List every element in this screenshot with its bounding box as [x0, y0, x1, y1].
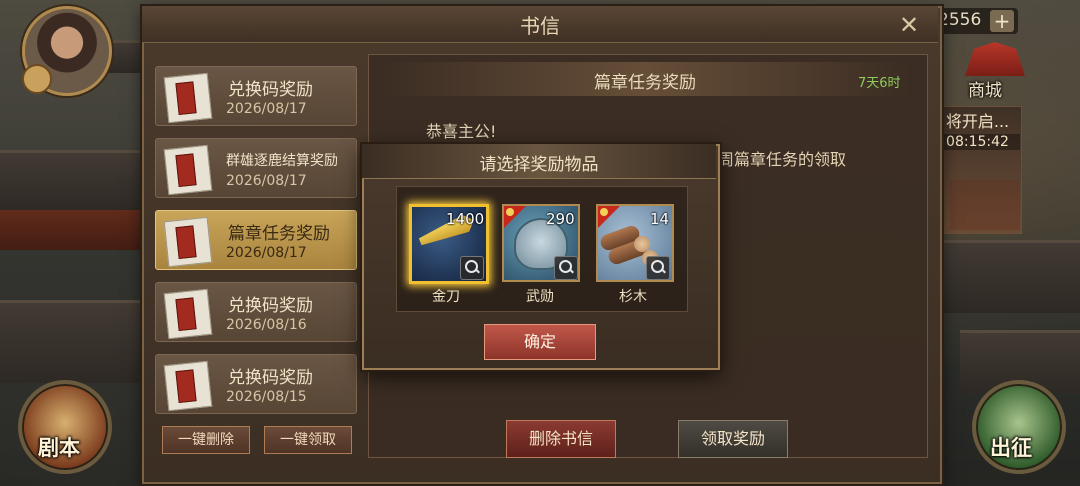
shop-label[interactable]: 商城 — [968, 76, 1002, 101]
mail-body-text: 周篇章任务的领取 — [718, 150, 847, 169]
confirm-button[interactable]: 确定 — [484, 324, 596, 360]
reward-name: 杉木 — [619, 289, 647, 305]
letter-icon — [163, 288, 213, 340]
mail-item-title: 兑换码奖励 — [228, 80, 313, 100]
close-icon[interactable]: ✕ — [896, 12, 922, 38]
vip-badge-icon — [22, 64, 52, 94]
mail-list-item[interactable]: 兑换码奖励 2026/08/17 — [155, 66, 357, 126]
resource-value: 2556 — [938, 10, 982, 30]
resource-plus-button[interactable]: + — [990, 10, 1014, 32]
reward-quantity: 290 — [546, 210, 575, 228]
content-title: 篇章任务奖励 — [594, 73, 696, 93]
mail-item-date: 2026/08/17 — [226, 101, 307, 117]
claim-reward-button[interactable]: 领取奖励 — [678, 420, 788, 458]
mail-item-title: 兑换码奖励 — [228, 368, 313, 388]
mail-item-title: 群雄逐鹿结算奖励 — [226, 153, 338, 169]
letter-icon — [163, 216, 213, 268]
popup-title: 请选择奖励物品 — [479, 155, 599, 175]
mail-list-item[interactable]: 兑换码奖励 2026/08/16 — [155, 282, 357, 342]
mail-list-item[interactable]: 兑换码奖励 2026/08/15 — [155, 354, 357, 414]
delete-mail-button[interactable]: 删除书信 — [506, 420, 616, 458]
mail-list-item-selected[interactable]: 篇章任务奖励 2026/08/17 — [155, 210, 357, 270]
letter-icon — [163, 72, 213, 124]
magnifier-icon[interactable] — [646, 256, 670, 280]
greeting-text: 恭喜主公! — [426, 122, 497, 141]
mail-item-date: 2026/08/15 — [226, 389, 307, 405]
mail-item-date: 2026/08/17 — [226, 245, 307, 261]
letter-icon — [163, 360, 213, 412]
time-left: 7天6时 — [858, 76, 901, 91]
march-label: 出征 — [990, 436, 1032, 460]
letter-icon — [163, 144, 213, 196]
mail-item-date: 2026/08/16 — [226, 317, 307, 333]
event-title: 将开启... — [945, 112, 1010, 131]
person-icon — [506, 208, 514, 216]
delete-all-button[interactable]: 一键删除 — [162, 426, 250, 454]
claim-all-button[interactable]: 一键领取 — [264, 426, 352, 454]
person-icon — [600, 208, 608, 216]
reward-name: 金刀 — [432, 289, 460, 305]
event-timer: 08:15:42 — [935, 134, 1020, 150]
mail-item-title: 兑换码奖励 — [228, 296, 313, 316]
magnifier-icon[interactable] — [460, 256, 484, 280]
story-label: 剧本 — [38, 436, 80, 460]
mail-list-item[interactable]: 群雄逐鹿结算奖励 2026/08/17 — [155, 138, 357, 198]
mail-item-title: 篇章任务奖励 — [228, 224, 330, 244]
magnifier-icon[interactable] — [554, 256, 578, 280]
reward-quantity: 14 — [650, 210, 670, 228]
reward-quantity: 1400 — [446, 210, 485, 228]
mail-title: 书信 — [520, 14, 560, 38]
reward-name: 武勋 — [526, 289, 554, 305]
mail-item-date: 2026/08/17 — [226, 173, 307, 189]
